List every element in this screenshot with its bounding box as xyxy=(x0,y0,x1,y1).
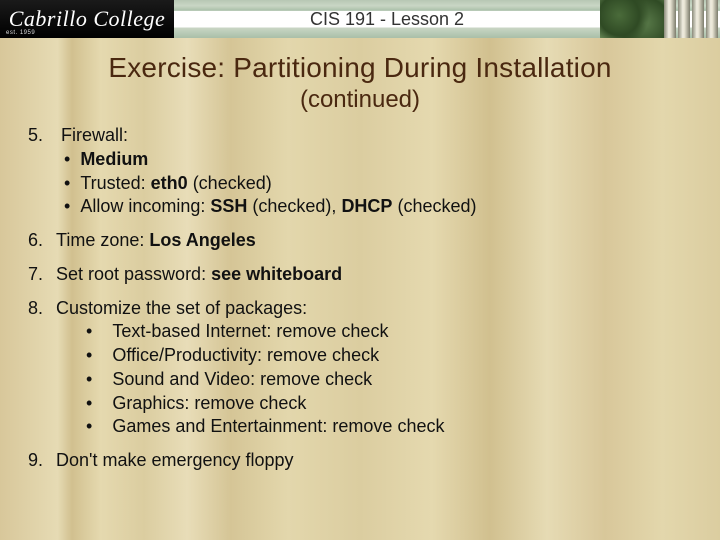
item-body: Time zone: Los Angeles xyxy=(56,229,692,253)
bullet: • Medium xyxy=(56,148,692,172)
text: Games and Entertainment: remove check xyxy=(112,416,444,436)
item-number: 5. xyxy=(28,124,56,219)
plant-decoration xyxy=(600,0,664,38)
slide-title: Exercise: Partitioning During Installati… xyxy=(0,52,720,84)
item-body: Firewall: • Medium • Trusted: eth0 (chec… xyxy=(56,124,692,219)
list-item: 8. Customize the set of packages: • Text… xyxy=(28,297,692,440)
text: Trusted: xyxy=(80,173,150,193)
text: Time zone: xyxy=(56,230,149,250)
list-item: 7. Set root password: see whiteboard xyxy=(28,263,692,287)
text: Text-based Internet: remove check xyxy=(112,321,388,341)
item-number: 9. xyxy=(28,449,56,473)
slide-subtitle: (continued) xyxy=(0,86,720,114)
text: (checked) xyxy=(392,196,476,216)
pillar-icon xyxy=(664,0,676,38)
bold-text: Los Angeles xyxy=(149,230,255,250)
text: (checked), xyxy=(247,196,341,216)
label-text: Firewall: xyxy=(61,125,128,145)
slide-header: Cabrillo College est. 1959 CIS 191 - Les… xyxy=(0,0,720,38)
logo-est: est. 1959 xyxy=(6,30,35,36)
list-item: 6. Time zone: Los Angeles xyxy=(28,229,692,253)
item-body: Set root password: see whiteboard xyxy=(56,263,692,287)
bold-text: see whiteboard xyxy=(211,264,342,284)
bullet: • Graphics: remove check xyxy=(56,392,692,416)
text: Office/Productivity: remove check xyxy=(112,345,379,365)
bullet: • Games and Entertainment: remove check xyxy=(56,415,692,439)
item-body: Customize the set of packages: • Text-ba… xyxy=(56,297,692,440)
bullet: • Text-based Internet: remove check xyxy=(56,320,692,344)
slide: Cabrillo College est. 1959 CIS 191 - Les… xyxy=(0,0,720,540)
logo-text: Cabrillo College xyxy=(9,6,166,32)
bullet: • Sound and Video: remove check xyxy=(56,368,692,392)
text: (checked) xyxy=(188,173,272,193)
slide-content: 5. Firewall: • Medium • Trusted: eth0 (c… xyxy=(0,124,720,473)
text: Allow incoming: xyxy=(80,196,210,216)
list-item: 5. Firewall: • Medium • Trusted: eth0 (c… xyxy=(28,124,692,219)
text: Graphics: remove check xyxy=(112,393,306,413)
bold-text: SSH xyxy=(210,196,247,216)
pillar-icon xyxy=(678,0,690,38)
header-decoration xyxy=(600,0,720,38)
list-item: 9. Don't make emergency floppy xyxy=(28,449,692,473)
bold-text: Medium xyxy=(80,149,148,169)
bold-text: DHCP xyxy=(341,196,392,216)
item-number: 6. xyxy=(28,229,56,253)
pillar-icon xyxy=(706,0,718,38)
item-label: Customize the set of packages: xyxy=(56,297,692,321)
item-number: 8. xyxy=(28,297,56,440)
bullet: • Trusted: eth0 (checked) xyxy=(56,172,692,196)
bullet: • Office/Productivity: remove check xyxy=(56,344,692,368)
text: Sound and Video: remove check xyxy=(112,369,372,389)
bold-text: eth0 xyxy=(151,173,188,193)
bullet: • Allow incoming: SSH (checked), DHCP (c… xyxy=(56,195,692,219)
college-logo: Cabrillo College est. 1959 xyxy=(0,0,174,38)
text: Set root password: xyxy=(56,264,211,284)
item-body: Don't make emergency floppy xyxy=(56,449,692,473)
item-label: Firewall: xyxy=(56,124,692,148)
pillar-icon xyxy=(692,0,704,38)
item-number: 7. xyxy=(28,263,56,287)
